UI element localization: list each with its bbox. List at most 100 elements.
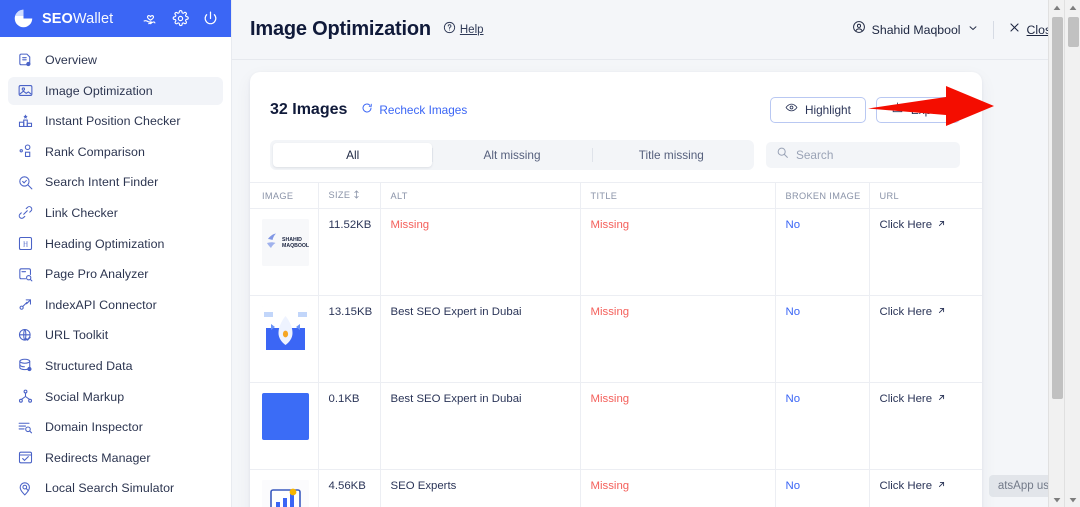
image-icon [17,82,34,99]
close-x-icon [1008,21,1021,39]
gear-icon[interactable] [172,10,189,27]
sidebar-item-label: Instant Position Checker [45,114,181,129]
heart-hand-icon[interactable] [142,10,159,27]
redirect-window-icon [17,449,34,466]
table-row: 13.15KB Best SEO Expert in Dubai Missing… [250,295,982,384]
scroll-up-arrow-icon[interactable] [1065,0,1080,15]
column-header-url: URL [869,181,982,210]
cell-size: 4.56KB [318,469,381,507]
sidebar-item-label: Domain Inspector [45,420,143,435]
help-link[interactable]: Help [443,21,484,39]
image-optimization-card: 32 Images Recheck Images Highlight Expor… [250,72,982,507]
user-circle-icon [852,20,866,39]
sidebar-item-social-markup[interactable]: Social Markup [8,383,223,411]
scroll-up-arrow-icon[interactable] [1049,0,1065,15]
sidebar-item-rank-comparison[interactable]: Rank Comparison [8,138,223,166]
outer-scrollbar[interactable] [1064,0,1080,507]
tab-title-missing[interactable]: Title missing [591,143,751,167]
sidebar-item-image-optimization[interactable]: Image Optimization [8,76,223,105]
external-link-icon [937,480,946,492]
sidebar-item-heading-optimization[interactable]: H Heading Optimization [8,230,223,258]
click-here-label: Click Here [879,219,933,232]
table-head: IMAGE SIZE ALT TITLE BROKEN IMAGE URL [250,181,982,210]
share-node-icon [17,388,34,405]
click-here-link[interactable]: Click Here [880,219,947,231]
sidebar-item-link-checker[interactable]: Link Checker [8,199,223,227]
sidebar-item-indexapi-connector[interactable]: IndexAPI Connector [8,291,223,319]
inner-scrollbar[interactable] [1048,0,1064,507]
cell-url: Click Here [869,208,982,297]
svg-text:MAQBOOL: MAQBOOL [282,243,309,249]
inner-scrollbar-thumb[interactable] [1052,17,1063,399]
topbar-right: Shahid Maqbool Close [852,20,1058,39]
connector-icon [17,296,34,313]
sidebar-item-domain-inspector[interactable]: Domain Inspector [8,413,223,441]
download-icon [891,101,904,119]
column-header-size[interactable]: SIZE [318,181,381,210]
cell-broken: No [775,382,870,471]
cell-alt: Missing [380,208,581,297]
sidebar: SEOWallet Overview Image Optimization In… [0,0,232,507]
page-topbar: Image Optimization Help Shahid Maqbool C… [232,0,1080,60]
sidebar-item-page-pro-analyzer[interactable]: Page Pro Analyzer [8,260,223,288]
sidebar-item-redirects-manager[interactable]: Redirects Manager [8,444,223,472]
database-icon [17,357,34,374]
brand-icon-group [142,10,219,27]
recheck-images-button[interactable]: Recheck Images [361,101,467,119]
highlight-label: Highlight [804,103,851,117]
images-table: IMAGE SIZE ALT TITLE BROKEN IMAGE URL SH… [250,181,982,507]
sidebar-item-overview[interactable]: Overview [8,46,223,74]
filter-tabs: All Alt missing Title missing [270,140,754,170]
alt-missing-text: Missing [390,219,430,232]
eye-icon [785,101,798,119]
sidebar-item-search-intent-finder[interactable]: Search Intent Finder [8,168,223,196]
export-button[interactable]: Export [875,97,960,123]
table-header-row: IMAGE SIZE ALT TITLE BROKEN IMAGE URL [250,181,982,210]
question-circle-icon [443,21,456,39]
power-icon[interactable] [202,10,219,27]
cell-broken: No [775,208,870,297]
brand-name-light: Wallet [72,10,114,27]
sidebar-nav: Overview Image Optimization Instant Posi… [0,37,231,507]
sidebar-item-url-toolkit[interactable]: URL Toolkit [8,321,223,349]
user-menu[interactable]: Shahid Maqbool [852,20,993,39]
highlight-button[interactable]: Highlight [769,97,866,123]
help-label: Help [459,23,484,36]
sidebar-item-local-search-simulator[interactable]: Local Search Simulator [8,474,223,502]
tab-all[interactable]: All [273,143,433,167]
table-row: 0.1KB Best SEO Expert in Dubai Missing N… [250,382,982,471]
domain-search-icon [17,419,34,436]
click-here-label: Click Here [879,480,933,493]
cell-title: Missing [580,469,776,507]
sidebar-item-label: Social Markup [45,389,125,404]
map-pin-search-icon [17,480,34,497]
search-input[interactable] [796,148,950,162]
cell-broken: No [775,469,870,507]
broken-image-value: No [785,480,801,493]
sidebar-item-structured-data[interactable]: Structured Data [8,352,223,380]
search-box[interactable] [766,142,960,168]
filter-row: All Alt missing Title missing [250,128,982,170]
sidebar-item-label: Redirects Manager [45,450,151,465]
click-here-link[interactable]: Click Here [880,306,947,318]
chart-screen-thumbnail [262,480,309,507]
column-header-title: TITLE [580,181,776,210]
cell-broken: No [775,295,870,384]
sidebar-item-label: Heading Optimization [45,236,165,251]
scroll-down-arrow-icon[interactable] [1049,492,1065,507]
scroll-down-arrow-icon[interactable] [1065,492,1080,507]
cell-url: Click Here [869,295,982,384]
cell-size: 0.1KB [318,382,381,471]
click-here-link[interactable]: Click Here [880,393,947,405]
sidebar-item-instant-position-checker[interactable]: Instant Position Checker [8,107,223,135]
cell-alt: SEO Experts [380,469,581,507]
column-header-alt: ALT [380,181,581,210]
svg-text:H: H [23,240,28,248]
tab-alt-missing[interactable]: Alt missing [432,143,591,167]
seowallet-logo-icon [13,8,34,29]
table-body: SHAHID MAQBOOL 11.52KB Missing Missing N… [250,208,982,507]
click-here-link[interactable]: Click Here [880,480,947,492]
sidebar-item-label: Structured Data [45,358,133,373]
outer-scrollbar-thumb[interactable] [1068,17,1079,47]
brand-name-bold: SEO [42,10,73,27]
